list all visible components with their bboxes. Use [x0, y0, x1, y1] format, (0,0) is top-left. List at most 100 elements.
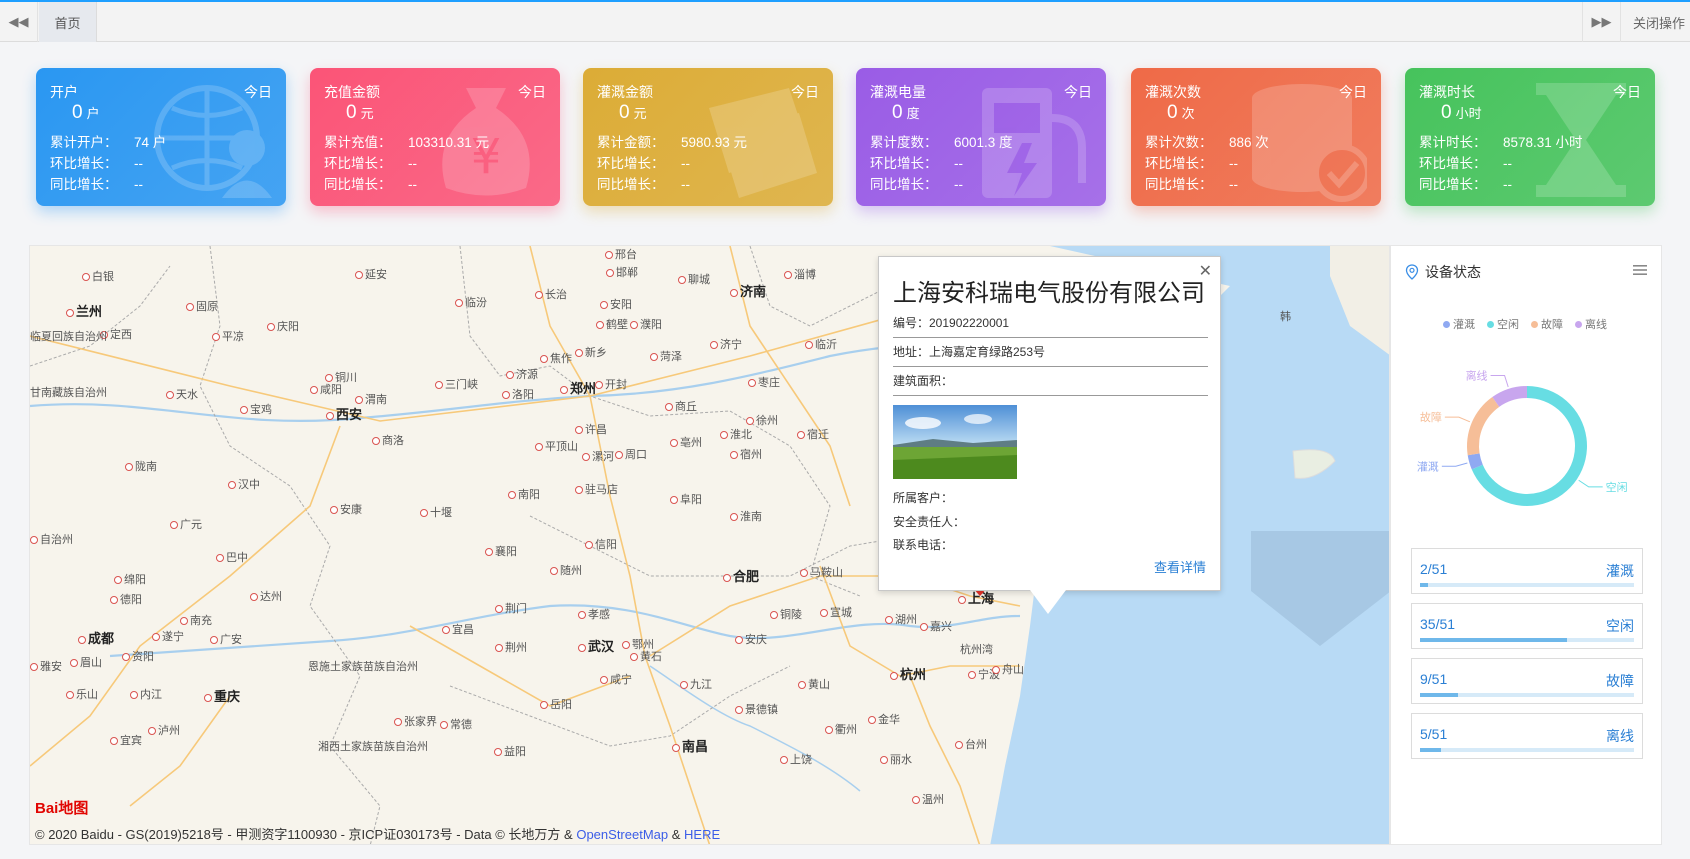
city-label: 枣庄: [748, 374, 780, 390]
city-label: 聊城: [678, 271, 710, 287]
city-label: 济源: [506, 366, 538, 382]
card-row: 同比增长： --: [870, 177, 963, 192]
card-period: 今日: [518, 84, 546, 100]
tab-home[interactable]: 首页: [39, 2, 97, 42]
legend-item[interactable]: 空闲: [1487, 316, 1519, 332]
copyright-text: © 2020 Baidu - GS(2019)5218号 - 甲测资字11009…: [35, 827, 573, 842]
city-label: 巴中: [216, 549, 248, 565]
status-stat-box[interactable]: 5/51 离线: [1411, 713, 1643, 759]
city-label: 资阳: [122, 648, 154, 664]
safety-officer-field: 安全责任人：: [893, 515, 966, 529]
city-label: 宿州: [730, 446, 762, 462]
openstreetmap-link[interactable]: OpenStreetMap: [576, 827, 668, 842]
status-count: 9/51: [1420, 671, 1448, 687]
legend-item[interactable]: 离线: [1575, 316, 1607, 332]
city-label: 荆州: [495, 639, 527, 655]
city-label: 新乡: [575, 344, 607, 360]
status-name: 灌溉: [1606, 563, 1634, 579]
card-title: 开户: [50, 84, 78, 100]
device-code: 编号：201902220001: [893, 314, 1208, 338]
donut-slice[interactable]: [1492, 386, 1527, 407]
city-label: 金华: [868, 711, 900, 727]
city-label: 衢州: [825, 721, 857, 737]
customer-field: 所属客户：: [893, 491, 954, 505]
donut-slice[interactable]: [1467, 397, 1500, 456]
phone-field: 联系电话：: [893, 538, 954, 552]
status-progress-fill: [1420, 748, 1441, 752]
city-label: 重庆: [204, 686, 240, 705]
panel-header: 设备状态: [1405, 262, 1481, 282]
card-row: 环比增长： --: [1145, 156, 1238, 171]
card-period: 今日: [1339, 84, 1367, 100]
city-label: 常德: [440, 716, 472, 732]
view-details-link[interactable]: 查看详情: [1154, 557, 1206, 576]
location-pin-icon: [1405, 264, 1419, 280]
city-label: 南阳: [508, 486, 540, 502]
city-label: 郑州: [560, 378, 596, 397]
donut-label: 空闲: [1606, 480, 1628, 494]
city-label: 杭州: [890, 664, 926, 683]
here-link[interactable]: HERE: [684, 827, 720, 842]
status-stat-box[interactable]: 35/51 空闲: [1411, 603, 1643, 649]
city-label: 杭州湾: [960, 644, 993, 656]
city-label: 益阳: [494, 743, 526, 759]
donut-label: 故障: [1420, 410, 1442, 424]
city-label: 眉山: [70, 654, 102, 670]
city-label: 长治: [535, 286, 567, 302]
card-row: 同比增长： --: [50, 177, 143, 192]
card-value: 0次: [1167, 102, 1195, 123]
card-row: 累计时长： 8578.31 小时: [1419, 135, 1583, 150]
scroll-tabs-right-button[interactable]: ▶▶: [1582, 2, 1620, 42]
scroll-tabs-left-button[interactable]: ◀◀: [0, 2, 38, 42]
card-row: 累计度数： 6001.3 度: [870, 135, 1013, 150]
device-status-panel: 设备状态 灌溉 空闲 故障 离线 空闲 灌溉 故障 离线 2/51 灌溉 35/51 空闲 9/51…: [1390, 245, 1662, 845]
device-address: 地址：上海嘉定育绿路253号: [893, 343, 1208, 367]
card-title: 灌溉金额: [597, 84, 653, 100]
city-label: 济宁: [710, 336, 742, 352]
city-label: 驻马店: [575, 481, 618, 497]
city-label: 随州: [550, 562, 582, 578]
city-label: 铜陵: [770, 606, 802, 622]
city-label: 濮阳: [630, 316, 662, 332]
status-stat-box[interactable]: 9/51 故障: [1411, 658, 1643, 704]
status-progress-track: [1420, 748, 1634, 752]
card-period: 今日: [1613, 84, 1641, 100]
card-row: 环比增长： --: [50, 156, 143, 171]
city-label: 邯郸: [606, 264, 638, 280]
city-label: 平顶山: [535, 438, 578, 454]
donut-label-line: [1578, 479, 1603, 488]
city-label: 淄博: [784, 266, 816, 282]
city-label: 阜阳: [670, 491, 702, 507]
city-label: 九江: [680, 676, 712, 692]
card-row: 同比增长： --: [1145, 177, 1238, 192]
city-label: 上饶: [780, 751, 812, 767]
donut-label-line: [1441, 462, 1468, 467]
hamburger-menu-icon[interactable]: [1633, 264, 1647, 276]
legend-item[interactable]: 故障: [1531, 316, 1563, 332]
close-operations-button[interactable]: 关闭操作: [1620, 2, 1690, 42]
city-label: 黄石: [630, 648, 662, 664]
card-title: 充值金额: [324, 84, 380, 100]
card-period: 今日: [244, 84, 272, 100]
card-title: 灌溉时长: [1419, 84, 1475, 100]
city-label: 商洛: [372, 432, 404, 448]
legend-item[interactable]: 灌溉: [1443, 316, 1475, 332]
city-label: 湘西土家族苗族自治州: [318, 741, 428, 753]
city-label: 淮北: [720, 426, 752, 442]
card-period: 今日: [791, 84, 819, 100]
double-chevron-right-icon: ▶▶: [1591, 14, 1612, 29]
city-label: 南充: [180, 612, 212, 628]
donut-label: 离线: [1466, 368, 1488, 382]
site-photo: [893, 405, 1017, 479]
city-label: 达州: [250, 588, 282, 604]
city-label: 马鞍山: [800, 564, 843, 580]
status-stat-box[interactable]: 2/51 灌溉: [1411, 548, 1643, 594]
card-title: 灌溉次数: [1145, 84, 1201, 100]
city-label: 宣城: [820, 604, 852, 620]
status-count: 35/51: [1420, 616, 1456, 632]
city-label: 平凉: [212, 328, 244, 344]
city-label: 信阳: [585, 536, 617, 552]
chart-legend: 灌溉 空闲 故障 离线: [1443, 316, 1607, 332]
city-label: 丽水: [880, 751, 912, 767]
copyright-ampersand: &: [671, 827, 681, 842]
